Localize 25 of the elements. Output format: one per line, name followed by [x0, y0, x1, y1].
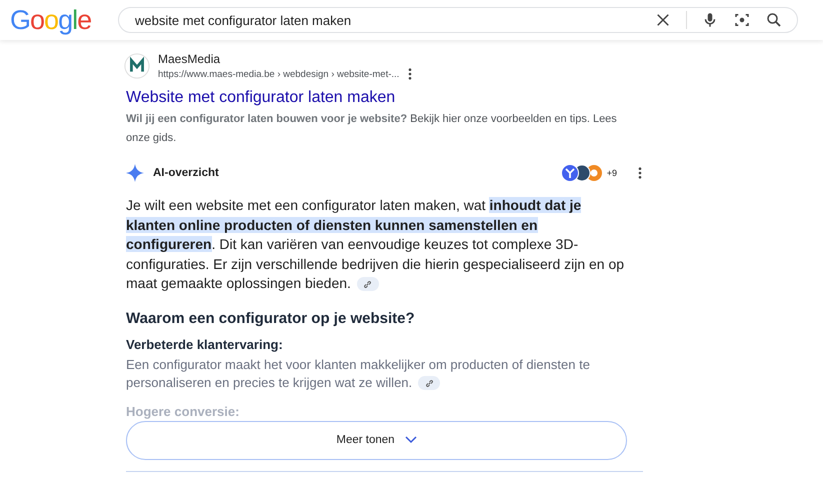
site-name: MaesMedia [158, 52, 222, 66]
site-logo-icon [124, 53, 150, 79]
chevron-down-icon [404, 436, 417, 444]
more-options-icon[interactable] [408, 68, 412, 80]
search-icon[interactable] [765, 11, 783, 29]
google-logo[interactable]: Google [10, 4, 110, 36]
camera-icon[interactable] [733, 11, 751, 29]
search-bar[interactable]: website met configurator laten maken [118, 7, 798, 33]
source-avatars-icon[interactable] [560, 164, 604, 182]
result-title-link[interactable]: Website met configurator laten maken [126, 89, 396, 107]
source-count[interactable]: +9 [606, 168, 617, 178]
sparkle-icon [126, 164, 144, 182]
point-heading: Hogere conversie: [126, 404, 240, 418]
point-heading: Verbeterde klantervaring: [126, 336, 284, 352]
site-url: https://www.maes-media.be › webdesign › website-met-... [158, 68, 400, 80]
search-field[interactable]: website met configurator laten maken [135, 12, 640, 28]
ai-overview-title: AI-overzicht [153, 167, 219, 179]
show-more-button[interactable]: Meer tonen [126, 420, 627, 460]
link-icon[interactable] [418, 376, 440, 390]
link-icon[interactable] [356, 277, 379, 292]
ai-summary-text: Je wilt een website met een configurator laten maken, wat inhoudt dat je klanten online producten of diensten kunnen samenstellen en configureren. Dit kan variëren van eenvoudige keuzes tot complexe 3D-configuraties. Er zijn verschillende bedrijven die hierin gespecialiseerd zijn en op maat gemaakte oplossingen bieden. [126, 196, 626, 294]
result-snippet: Wil jij een configurator laten bouwen voor je website? Bekijk hier onze voorbeelden en tips. Lees onze gids. [126, 112, 618, 146]
more-options-icon[interactable] [638, 167, 642, 179]
point-text: Een configurator maakt het voor klanten makkelijker om producten of diensten te personaliseren en precies te krijgen wat ze willen. [126, 356, 591, 392]
section-heading: Waarom een configurator op je website? [126, 310, 416, 326]
